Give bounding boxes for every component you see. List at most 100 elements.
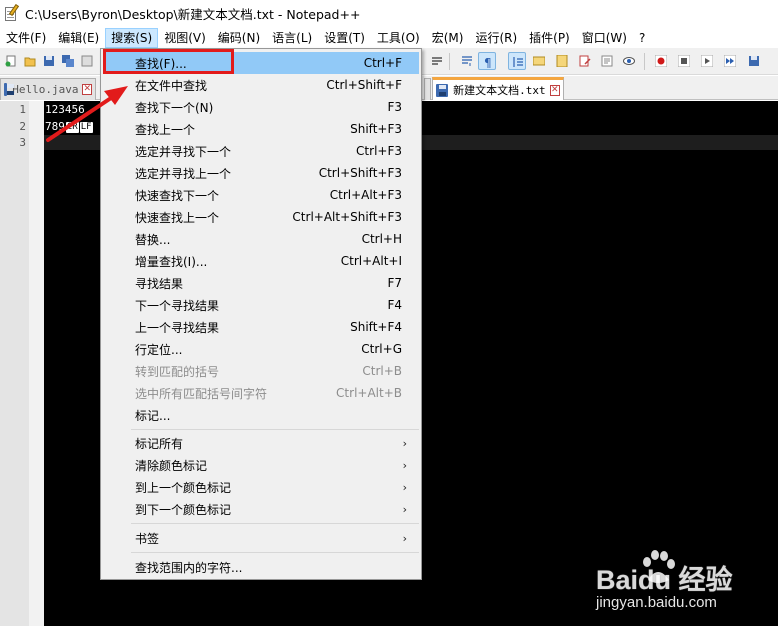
function-list-icon[interactable]: [576, 52, 594, 70]
menu-item-shortcut: Ctrl+Shift+F: [326, 78, 402, 92]
toolbar-separator: [449, 53, 450, 70]
menu-item-find-previous[interactable]: 查找上一个 Shift+F3: [103, 118, 419, 140]
menu-view[interactable]: 视图(V): [158, 28, 212, 48]
tab-label: 新建文本文档.txt: [453, 84, 546, 97]
menu-item-select-find-next[interactable]: 选定并寻找下一个 Ctrl+F3: [103, 140, 419, 162]
toolbar-separator: [644, 53, 645, 70]
menu-item-label: 行定位...: [135, 342, 183, 357]
menu-item-shortcut: Ctrl+Shift+F3: [318, 166, 402, 180]
indent-guide-icon[interactable]: [508, 52, 526, 70]
menu-item-replace[interactable]: 替换... Ctrl+H: [103, 228, 419, 250]
menu-item-label: 选定并寻找上一个: [135, 166, 232, 181]
submenu-arrow-icon: ›: [402, 502, 407, 516]
menu-item-label: 快速查找下一个: [135, 188, 220, 203]
menu-plugins[interactable]: 插件(P): [523, 28, 576, 48]
menu-item-previous-search-result[interactable]: 上一个寻找结果 Shift+F4: [103, 316, 419, 338]
menu-file[interactable]: 文件(F): [0, 28, 52, 48]
menu-settings[interactable]: 设置(T): [318, 28, 371, 48]
line-number: 1: [19, 103, 26, 116]
menu-item-search-results[interactable]: 寻找结果 F7: [103, 272, 419, 294]
watermark-brand: Baidu 经验: [596, 565, 733, 595]
menu-item-label: 在文件中查找: [135, 78, 208, 93]
menu-item-shortcut: Ctrl+B: [362, 364, 402, 378]
menu-item-shortcut: F4: [387, 298, 402, 312]
close-file-icon[interactable]: [78, 52, 96, 70]
code-line-2[interactable]: 789 CR LF: [45, 119, 93, 135]
save-all-icon[interactable]: [59, 52, 77, 70]
close-tab-icon[interactable]: ✕: [82, 84, 92, 95]
tab-edge: [424, 78, 431, 100]
menu-item-label: 清除颜色标记: [135, 458, 208, 473]
menu-item-mark-all[interactable]: 标记所有 ›: [103, 432, 419, 454]
menu-item-mark[interactable]: 标记...: [103, 404, 419, 426]
menu-help[interactable]: ?: [633, 28, 651, 48]
search-menu-dropdown: 查找(F)... Ctrl+F 在文件中查找 Ctrl+Shift+F 查找下一…: [100, 48, 422, 580]
menu-item-bookmark[interactable]: 书签 ›: [103, 527, 419, 549]
menu-item-shortcut: F3: [387, 100, 402, 114]
menu-item-label: 下一个寻找结果: [135, 298, 220, 313]
menu-item-select-find-previous[interactable]: 选定并寻找上一个 Ctrl+Shift+F3: [103, 162, 419, 184]
folder-workspace-icon[interactable]: [598, 52, 616, 70]
menu-item-label: 替换...: [135, 232, 171, 247]
tab-hello-java[interactable]: Hello.java ✕: [0, 78, 96, 100]
eol-lf-marker: LF: [79, 121, 93, 133]
close-tab-icon[interactable]: ✕: [549, 84, 560, 96]
save-icon[interactable]: [40, 52, 58, 70]
user-lang-icon[interactable]: [530, 52, 548, 70]
menu-item-clear-color-marks[interactable]: 清除颜色标记 ›: [103, 454, 419, 476]
menu-item-incremental-search[interactable]: 增量查找(I)... Ctrl+Alt+I: [103, 250, 419, 272]
menu-item-shortcut: Ctrl+F3: [356, 144, 402, 158]
menu-item-shortcut: Ctrl+Alt+Shift+F3: [292, 210, 402, 224]
menu-item-next-color-mark[interactable]: 到下一个颜色标记 ›: [103, 498, 419, 520]
doc-map-icon[interactable]: [553, 52, 571, 70]
run-macro-multiple-icon[interactable]: [721, 52, 739, 70]
monitoring-icon[interactable]: [620, 52, 638, 70]
menu-item-shortcut: Ctrl+Alt+F3: [329, 188, 402, 202]
tab-new-text-document[interactable]: 新建文本文档.txt ✕: [432, 77, 564, 100]
open-file-icon[interactable]: [21, 52, 39, 70]
menu-item-shortcut: Ctrl+Alt+I: [340, 254, 402, 268]
menu-language[interactable]: 语言(L): [266, 28, 318, 48]
submenu-arrow-icon: ›: [402, 480, 407, 494]
save-macro-icon[interactable]: [745, 52, 763, 70]
code-line-1[interactable]: 123456: [45, 102, 85, 118]
menu-item-goto-line[interactable]: 行定位... Ctrl+G: [103, 338, 419, 360]
line-number: 2: [19, 120, 26, 133]
menu-search[interactable]: 搜索(S): [105, 28, 159, 48]
new-file-icon[interactable]: [2, 52, 20, 70]
menu-item-select-between-braces: 选中所有匹配括号间字符 Ctrl+Alt+B: [103, 382, 419, 404]
menu-item-find-next[interactable]: 查找下一个(N) F3: [103, 96, 419, 118]
menu-edit[interactable]: 编辑(E): [52, 28, 105, 48]
svg-text:¶: ¶: [484, 56, 492, 68]
menu-run[interactable]: 运行(R): [469, 28, 523, 48]
menu-bar: 文件(F) 编辑(E) 搜索(S) 视图(V) 编码(N) 语言(L) 设置(T…: [0, 28, 778, 48]
menu-item-next-search-result[interactable]: 下一个寻找结果 F4: [103, 294, 419, 316]
word-wrap-icon[interactable]: [458, 52, 476, 70]
menu-window[interactable]: 窗口(W): [576, 28, 633, 48]
show-all-chars-icon[interactable]: ¶: [478, 52, 496, 70]
submenu-arrow-icon: ›: [402, 458, 407, 472]
stop-macro-icon[interactable]: [675, 52, 693, 70]
menu-item-find-in-files[interactable]: 在文件中查找 Ctrl+Shift+F: [103, 74, 419, 96]
menu-encoding[interactable]: 编码(N): [212, 28, 266, 48]
play-macro-icon[interactable]: [698, 52, 716, 70]
sync-scroll-icon[interactable]: [428, 52, 446, 70]
menu-item-volatile-find-next[interactable]: 快速查找下一个 Ctrl+Alt+F3: [103, 184, 419, 206]
menu-item-label: 书签: [135, 531, 160, 546]
submenu-arrow-icon: ›: [402, 531, 407, 545]
menu-item-previous-color-mark[interactable]: 到上一个颜色标记 ›: [103, 476, 419, 498]
saved-file-icon: [436, 83, 449, 97]
menu-tools[interactable]: 工具(O): [371, 28, 426, 48]
menu-separator: [131, 552, 419, 553]
menu-item-label: 选中所有匹配括号间字符: [135, 386, 268, 401]
menu-macro[interactable]: 宏(M): [426, 28, 470, 48]
menu-item-shortcut: Ctrl+H: [361, 232, 402, 246]
menu-item-shortcut: Shift+F3: [350, 122, 402, 136]
menu-item-volatile-find-previous[interactable]: 快速查找上一个 Ctrl+Alt+Shift+F3: [103, 206, 419, 228]
record-macro-icon[interactable]: [652, 52, 670, 70]
submenu-arrow-icon: ›: [402, 436, 407, 450]
menu-item-find-chars-in-range[interactable]: 查找范围内的字符...: [103, 556, 419, 578]
window-title: C:\Users\Byron\Desktop\新建文本文档.txt - Note…: [25, 6, 361, 22]
menu-item-goto-matching-brace: 转到匹配的括号 Ctrl+B: [103, 360, 419, 382]
fold-margin: [29, 101, 44, 626]
